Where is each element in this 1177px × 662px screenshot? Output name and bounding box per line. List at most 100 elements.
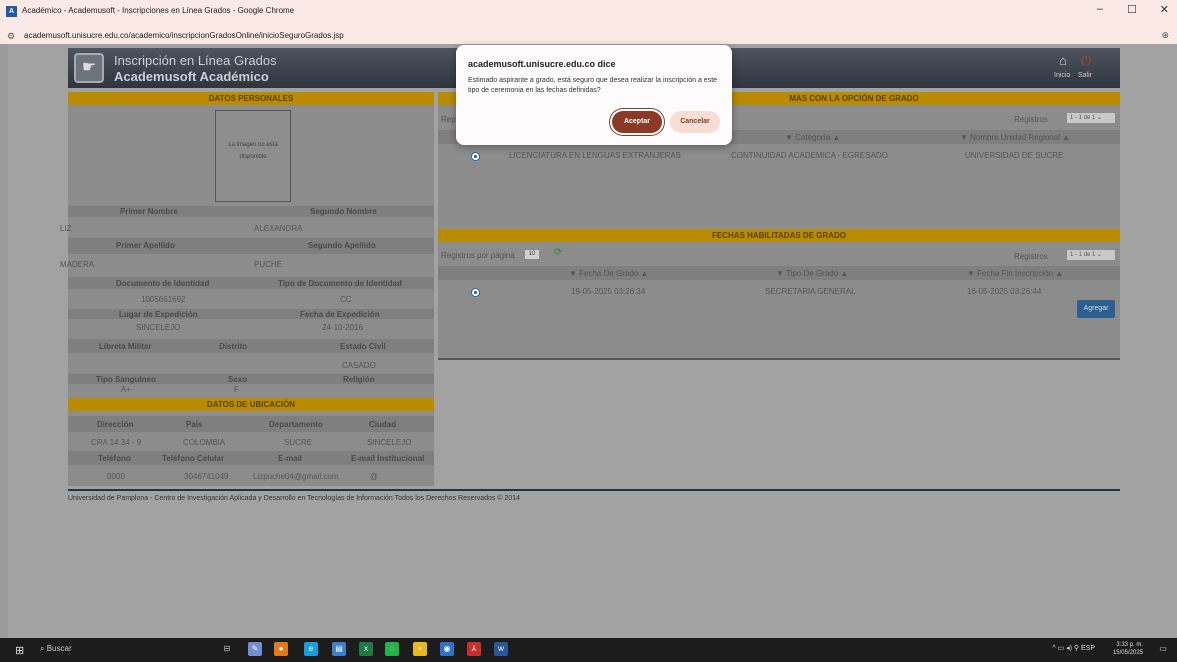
windows-start-icon[interactable]: ⊞: [15, 644, 24, 657]
pais-label: Pais: [186, 420, 203, 429]
cancel-button[interactable]: Cancelar: [670, 111, 720, 133]
rep-prefix: Rep: [441, 115, 456, 124]
email-institucional-value: @: [370, 472, 379, 481]
search-label: Buscar: [46, 644, 72, 653]
firefox-icon[interactable]: ●: [274, 642, 288, 656]
direccion-label: Dirección: [97, 420, 134, 429]
programa-value: LICENCIATURA EN LENGUAS EXTRANJERAS: [509, 151, 681, 160]
hand-logo-icon: ☛: [74, 53, 104, 83]
registros-label: Registros: [1014, 252, 1048, 261]
primer-apellido-label: Primer Apellido: [116, 241, 175, 250]
direccion-value: CRA 14 34 - 9: [91, 438, 142, 447]
chrome-icon[interactable]: ◉: [440, 642, 454, 656]
registros-select-text: 1 - 1 de 1: [1070, 115, 1096, 121]
url-text[interactable]: academusoft.unisucre.edu.co/academico/in…: [24, 31, 344, 40]
programa-radio[interactable]: [471, 152, 480, 161]
primer-apellido-value: MADERA: [60, 260, 95, 269]
ciudad-value: SINCELEJO: [367, 438, 412, 447]
notification-icon[interactable]: ▭: [1156, 642, 1170, 656]
zoom-icon[interactable]: ⊕: [1161, 30, 1169, 41]
refresh-icon[interactable]: ⟳: [554, 247, 562, 258]
fecha-expedicion-label: Fecha de Expedición: [300, 310, 380, 319]
col-tipo-grado[interactable]: ▼ Tipo De Grado ▲: [776, 269, 848, 278]
segundo-apellido-value: PUCHE: [254, 260, 283, 269]
site-info-icon[interactable]: ⚙: [7, 31, 15, 42]
documento-value: 1005661692: [141, 295, 186, 304]
taskbar: ⊞ ⌕ Buscar ⊟ ✎ ● e ▤ x ◌ ▪ ◉ ⅄ w ^ ▭ ◂) …: [0, 638, 1177, 662]
acrobat-icon[interactable]: ⅄: [467, 642, 481, 656]
footer-divider: [68, 489, 1120, 491]
email-value: Lizpuche04@gmail.com: [253, 472, 339, 481]
celular-label: Teléfono Celular: [162, 454, 225, 463]
photo-placeholder: La imagen no está disponible: [215, 110, 291, 202]
departamento-value: SUCRE: [284, 438, 313, 447]
minimize-button[interactable]: –: [1097, 3, 1103, 15]
tipo-documento-value: CC: [340, 295, 352, 304]
edge-icon[interactable]: e: [304, 642, 318, 656]
fecha-fin-value: 16-05-2025 03:26:44: [967, 287, 1042, 296]
segundo-nombre-value: ALEXANDRA: [254, 224, 303, 233]
col-fecha-grado[interactable]: ▼ Fecha De Grado ▲: [569, 269, 648, 278]
accept-button[interactable]: Aceptar: [612, 111, 662, 133]
fechas-header: FECHAS HABILITADAS DE GRADO: [438, 229, 1120, 242]
telefono-value: 0000: [107, 472, 125, 481]
window-title: Académico - Academusoft - Inscripciones …: [22, 6, 295, 15]
dialog-title: academusoft.unisucre.edu.co dice: [468, 59, 616, 69]
registros-pagina-select[interactable]: 10: [525, 250, 539, 259]
app-icon[interactable]: ✎: [248, 642, 262, 656]
primer-nombre-value: LIZ: [60, 224, 72, 233]
segundo-apellido-label: Segundo Apellido: [308, 241, 376, 250]
email-label: E-mail: [278, 454, 303, 463]
col-fecha-fin[interactable]: ▼ Fecha Fin Inscripción ▲: [967, 269, 1063, 278]
inicio-link[interactable]: Inicio: [1054, 72, 1070, 79]
tipo-sanguineo-label: Tipo Sanguineo: [96, 375, 156, 384]
pais-value: COLOMBIA: [183, 438, 226, 447]
maximize-button[interactable]: ☐: [1127, 3, 1137, 16]
sexo-value: F: [234, 385, 239, 394]
agregar-button[interactable]: Agregar: [1077, 300, 1115, 318]
primer-nombre-label: Primer Nombre: [120, 207, 178, 216]
footer-text: Universidad de Pamplona - Centro de Inve…: [68, 495, 520, 502]
file-explorer-icon[interactable]: ▤: [332, 642, 346, 656]
fecha-radio[interactable]: [471, 288, 480, 297]
power-icon[interactable]: ⏻: [1081, 53, 1091, 69]
banner-subtitle: Academusoft Académico: [114, 69, 269, 84]
programas-header-text: MAS CON LA OPCIÓN DE GRADO: [789, 94, 919, 103]
unidad-value: UNIVERSIDAD DE SUCRE: [965, 151, 1064, 160]
salir-link[interactable]: Salir: [1078, 72, 1092, 79]
task-view-icon[interactable]: ⊟: [220, 642, 234, 656]
col-unidad[interactable]: ▼ Nombre Unidad Regional ▲: [960, 133, 1070, 142]
page-gutter: [0, 44, 8, 638]
excel-icon[interactable]: x: [359, 642, 373, 656]
clock[interactable]: 3:33 p. m. 15/05/2025: [1113, 641, 1143, 657]
distrito-label: Distrito: [219, 342, 247, 351]
app-icon[interactable]: ▪: [413, 642, 427, 656]
categoria-value: CONTINUIDAD ACADEMICA - EGRESADO: [731, 151, 888, 160]
col-categoria[interactable]: ▼ Categoría ▲: [785, 133, 840, 142]
word-icon[interactable]: w: [494, 642, 508, 656]
segundo-nombre-label: Segundo Nombre: [310, 207, 377, 216]
home-icon[interactable]: ⌂: [1059, 53, 1067, 68]
close-button[interactable]: ✕: [1160, 3, 1169, 16]
tipo-grado-value: SECRETARIA GENERAL: [765, 287, 856, 296]
lugar-expedicion-value: SINCELEJO: [136, 323, 181, 332]
telefono-label: Teléfono: [98, 454, 131, 463]
celular-value: 3046741049: [184, 472, 229, 481]
address-bar[interactable]: ⚙ academusoft.unisucre.edu.co/academico/…: [0, 28, 1177, 44]
system-tray[interactable]: ^ ▭ ◂) ⚲ ESP: [1052, 644, 1095, 652]
fecha-expedicion-value: 24-10-2016: [322, 323, 363, 332]
documento-label: Documento de Identidad: [116, 279, 210, 288]
whatsapp-icon[interactable]: ◌: [385, 642, 399, 656]
lugar-expedicion-label: Lugar de Expedición: [119, 310, 198, 319]
registros-select[interactable]: 1 - 1 de 1 ⌄: [1067, 113, 1115, 123]
banner-title: Inscripción en Línea Grados: [114, 53, 277, 68]
window-titlebar: A Académico - Academusoft - Inscripcione…: [0, 0, 1177, 28]
language-label: ESP: [1080, 645, 1095, 652]
registros-select-text: 1 - 1 de 1: [1070, 252, 1096, 258]
registros-select[interactable]: 1 - 1 de 1 ⌄: [1067, 250, 1115, 260]
taskbar-search[interactable]: ⌕ Buscar: [40, 644, 72, 654]
libreta-militar-label: Libreta Militar: [99, 342, 152, 351]
tipo-sanguineo-value: A+: [121, 385, 132, 394]
registros-pagina-label: Registros por página: [441, 251, 515, 260]
estado-civil-label: Estado Civil: [340, 342, 386, 351]
